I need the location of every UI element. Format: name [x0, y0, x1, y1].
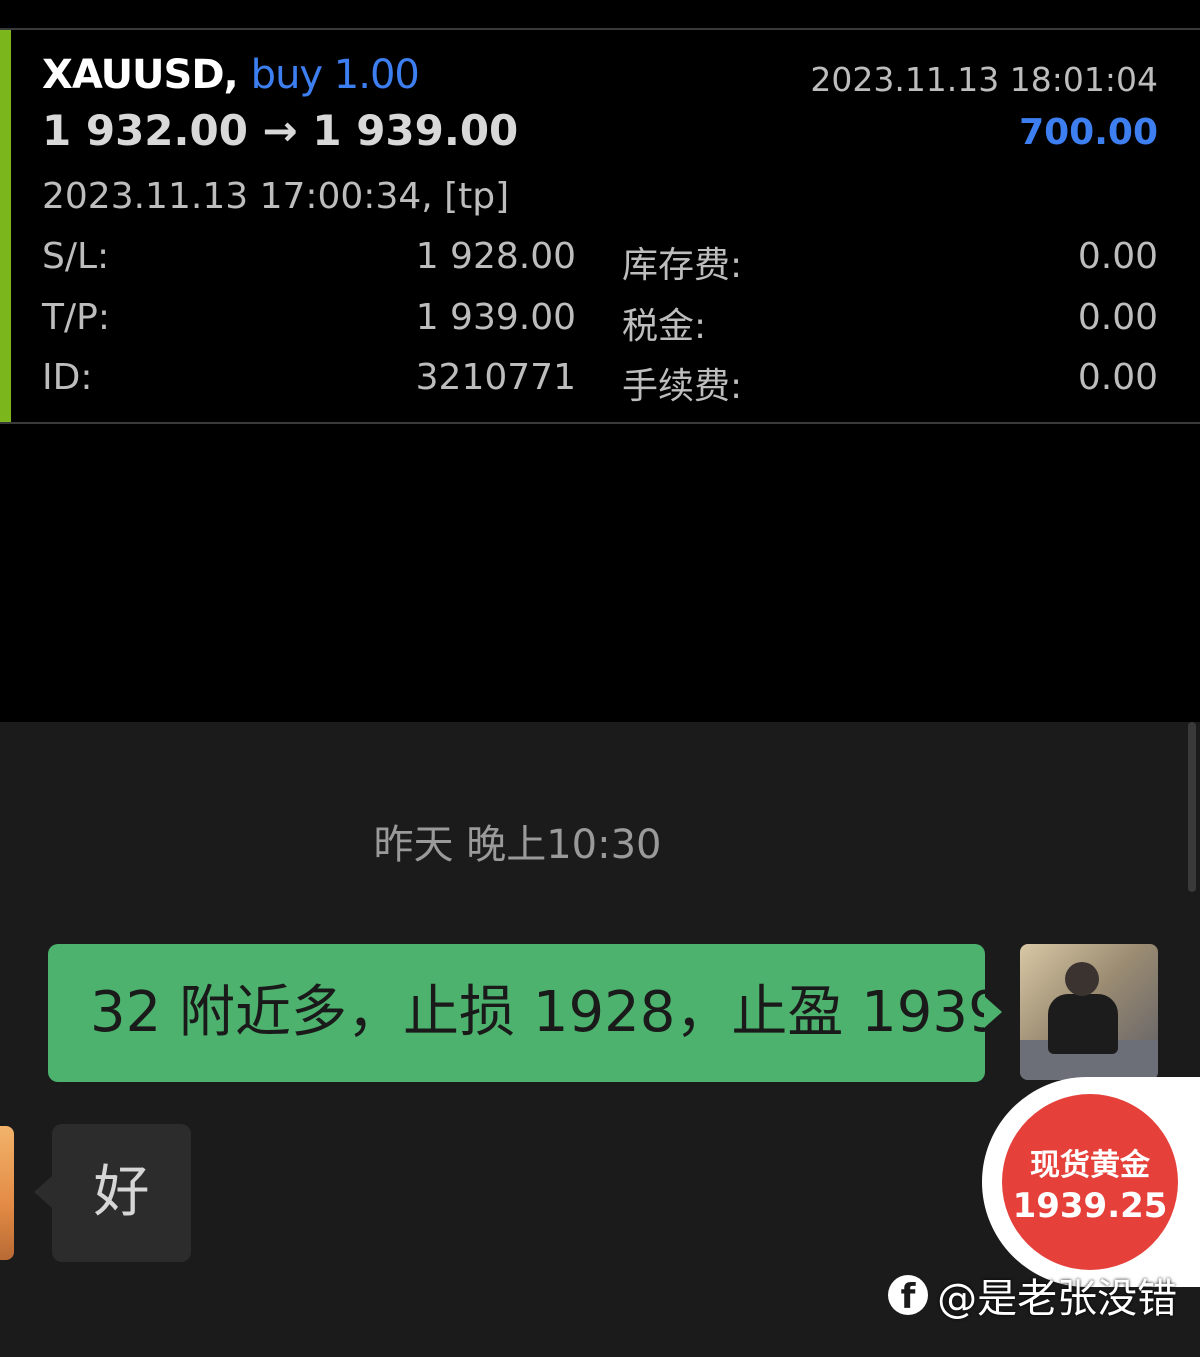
message-bubble-tail	[34, 1176, 52, 1208]
trade-side: buy 1.00	[250, 52, 420, 98]
trade-row-id: ID: 3210771 手续费: 0.00	[42, 357, 1158, 407]
gold-badge-title: 现货黄金	[1030, 1148, 1150, 1183]
trade-close-time: 2023.11.13 18:01:04	[810, 60, 1158, 99]
swap-value: 0.00	[1077, 236, 1158, 277]
watermark: f @是老张没错	[888, 1266, 1177, 1322]
sl-label: S/L:	[42, 236, 110, 277]
chat-timestamp: 昨天 晚上10:30	[373, 822, 662, 868]
avatar-me[interactable]	[1020, 944, 1158, 1080]
gold-badge-price: 1939.25	[1012, 1186, 1168, 1226]
message-bubble-other[interactable]: 好	[52, 1124, 191, 1262]
trade-profit: 700.00	[1019, 112, 1158, 153]
trade-price-range: 1 932.00 → 1 939.00	[42, 106, 519, 155]
trade-row-sl: S/L: 1 928.00 库存费: 0.00	[42, 236, 1158, 286]
gold-price-badge[interactable]: 现货黄金 1939.25	[1002, 1094, 1178, 1270]
tp-value: 1 939.00	[415, 297, 576, 338]
swap-label: 库存费:	[622, 245, 743, 286]
trade-symbol: XAUUSD,	[42, 52, 239, 98]
watermark-text: @是老张没错	[937, 1276, 1178, 1322]
tp-label: T/P:	[42, 297, 110, 338]
tax-label: 税金:	[622, 306, 707, 347]
message-bubble-me[interactable]: 32 附近多，止损 1928，止盈 1939	[48, 944, 985, 1082]
commission-value: 0.00	[1077, 357, 1158, 398]
trade-accent-bar	[0, 30, 11, 422]
trade-row-tp: T/P: 1 939.00 税金: 0.00	[42, 297, 1158, 347]
tax-value: 0.00	[1077, 297, 1158, 338]
id-label: ID:	[42, 357, 93, 398]
chat-scrollbar[interactable]	[1188, 722, 1196, 892]
trade-title: XAUUSD, buy 1.00	[42, 52, 420, 98]
avatar-body	[1048, 994, 1118, 1054]
trade-card[interactable]: XAUUSD, buy 1.00 2023.11.13 18:01:04 1 9…	[0, 28, 1200, 424]
commission-label: 手续费:	[622, 366, 743, 407]
sl-value: 1 928.00	[415, 236, 576, 277]
avatar-other[interactable]	[0, 1126, 14, 1260]
trade-open-info: 2023.11.13 17:00:34, [tp]	[42, 176, 510, 217]
message-bubble-tail	[984, 996, 1002, 1028]
facebook-icon: f	[888, 1275, 928, 1317]
avatar-head	[1065, 962, 1099, 996]
id-value: 3210771	[415, 357, 576, 398]
